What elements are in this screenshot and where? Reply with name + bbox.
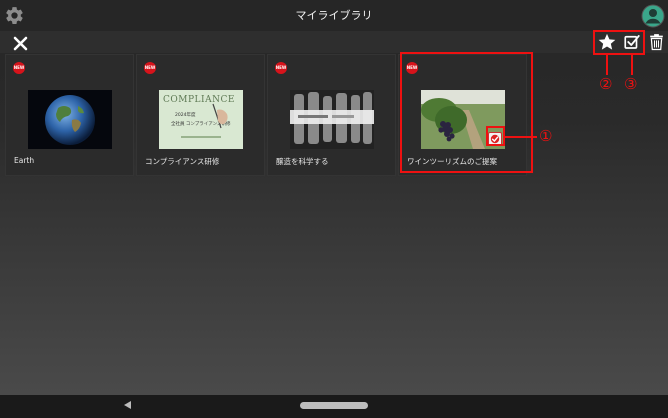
item-label: 醸造を科学する [276, 157, 329, 166]
callout-number-3: ③ [624, 75, 638, 93]
account-icon[interactable] [641, 4, 665, 28]
library-item-brewing[interactable]: NEW 醸造を科学する [267, 54, 396, 176]
back-icon[interactable] [123, 400, 132, 410]
thumbnail-compliance: COMPLIANCE 2024年度 全社員 コンプライアンス研修 [159, 90, 243, 149]
thumbnail-brewing [290, 90, 374, 149]
gear-icon[interactable] [4, 5, 25, 26]
home-handle[interactable] [300, 402, 368, 409]
new-badge: NEW [13, 62, 25, 74]
callout-line-3 [631, 55, 633, 75]
library-item-compliance[interactable]: NEW COMPLIANCE 2024年度 全社員 コンプライアンス研修 コンプ… [136, 54, 265, 176]
callout-line-2 [606, 55, 608, 75]
callout-number-1: ① [539, 127, 553, 145]
new-badge: NEW [144, 62, 156, 74]
toolbar [0, 31, 668, 53]
hand-pen-illustration [181, 103, 228, 138]
new-badge: NEW [275, 62, 287, 74]
callout-line-1 [505, 136, 537, 138]
close-icon[interactable] [12, 35, 29, 52]
highlight-box-toolbar-icons [593, 30, 645, 55]
highlight-box-check [486, 126, 505, 146]
page-title: マイライブラリ [295, 9, 373, 22]
callout-number-2: ② [599, 75, 613, 93]
item-label: コンプライアンス研修 [145, 157, 220, 166]
library-item-earth[interactable]: NEW Earth [5, 54, 134, 176]
thumbnail-earth [28, 90, 112, 149]
highlight-box-wine-card [400, 52, 533, 173]
trash-icon[interactable] [647, 32, 666, 52]
item-label: Earth [14, 156, 35, 165]
